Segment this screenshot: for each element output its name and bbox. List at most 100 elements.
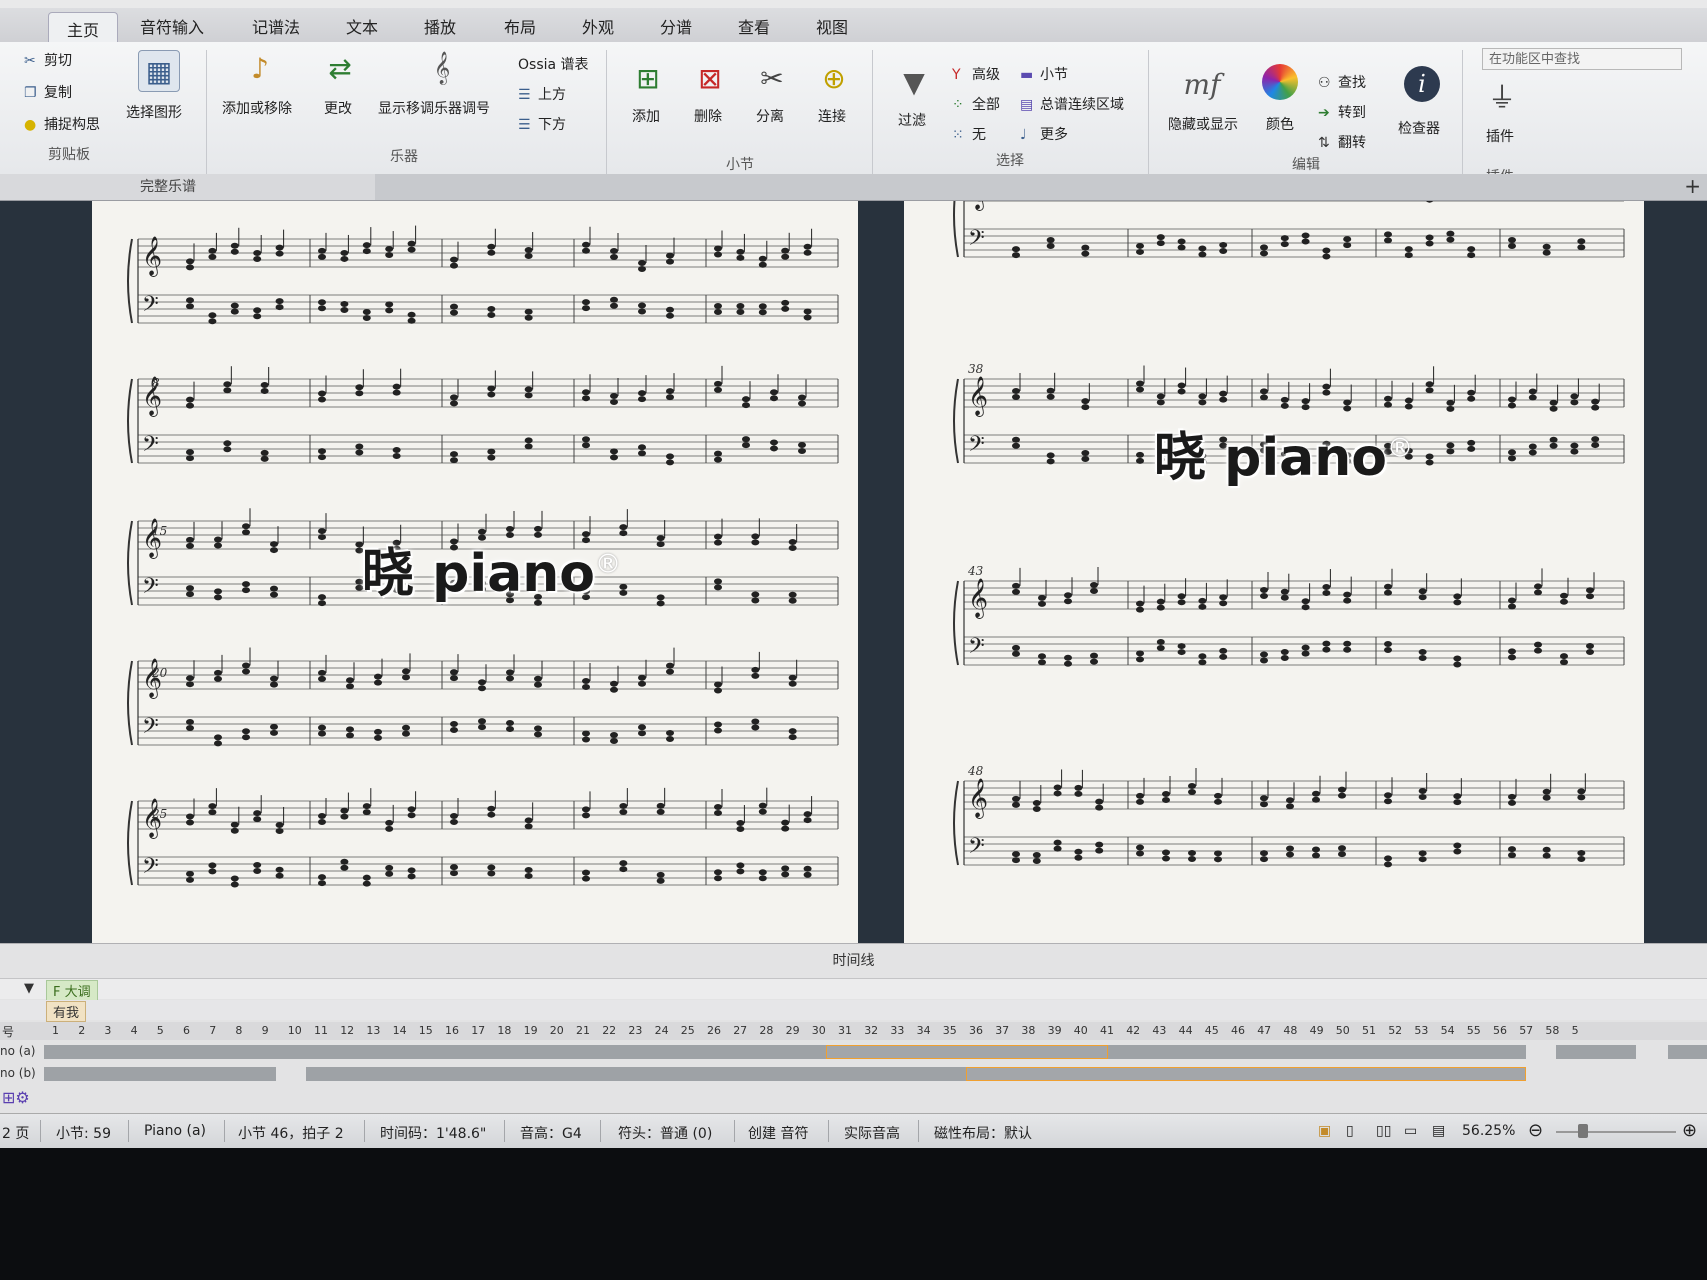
timeline-bar-number[interactable]: 44 [1179,1024,1193,1037]
zoom-slider[interactable] [1556,1131,1676,1133]
timeline-bar-number[interactable]: 21 [576,1024,590,1037]
select-more-button[interactable]: ♩ 更多 [1020,124,1068,144]
goto-button[interactable]: ➔ 转到 [1318,102,1366,122]
collapse-icon[interactable]: ▼ [24,981,34,996]
inspector-button[interactable]: 检查器 [1398,118,1440,138]
track-b-bar[interactable] [826,1067,966,1081]
color-button[interactable]: 颜色 [1266,114,1294,134]
timeline-bar-number[interactable]: 48 [1283,1024,1297,1037]
timeline-bar-number[interactable]: 34 [917,1024,931,1037]
add-bar-button[interactable]: 添加 [632,106,660,126]
timeline-bar-number[interactable]: 5 [1572,1024,1579,1037]
timeline-settings-icon[interactable]: ⊞⚙ [2,1088,30,1107]
cut-button[interactable]: ✂ 剪切 [24,50,72,70]
timeline-bar-number[interactable]: 12 [340,1024,354,1037]
timeline-bar-number[interactable]: 14 [393,1024,407,1037]
track-b-bar[interactable] [306,1067,826,1081]
timeline-bar-number[interactable]: 47 [1257,1024,1271,1037]
timeline-bar-number[interactable]: 57 [1519,1024,1533,1037]
timeline-bar-number[interactable]: 22 [602,1024,616,1037]
timeline-bar-number[interactable]: 27 [733,1024,747,1037]
add-tab-icon[interactable]: + [1684,174,1701,198]
zoom-out-icon[interactable]: ⊖ [1528,1120,1543,1141]
single-page-icon[interactable]: ▯ [1346,1123,1354,1139]
change-instrument-button[interactable]: 更改 [324,98,352,118]
track-a-bar[interactable] [1668,1045,1707,1059]
timeline-bar-number[interactable]: 25 [681,1024,695,1037]
score-area[interactable]: 𝄞𝄢𝄞𝄢𝄞𝄢𝄞𝄢𝄞𝄢 8 15 20 25 晓 piano® 𝄞𝄢𝄞𝄢𝄞𝄢𝄞𝄢 … [0,160,1707,943]
track-a-bar[interactable] [1556,1045,1636,1059]
find-button[interactable]: ⚇ 查找 [1318,72,1366,92]
timeline-bar-number[interactable]: 6 [183,1024,190,1037]
timeline-bar-number[interactable]: 17 [471,1024,485,1037]
tab-view[interactable]: 视图 [816,14,848,38]
delete-bar-button[interactable]: 删除 [694,106,722,126]
timeline-bar-number[interactable]: 8 [235,1024,242,1037]
timeline-bar-number[interactable]: 15 [419,1024,433,1037]
tab-notations[interactable]: 记谱法 [252,14,300,38]
join-bar-button[interactable]: 连接 [818,106,846,126]
timeline-bar-number[interactable]: 7 [209,1024,216,1037]
timeline-bar-number[interactable]: 29 [786,1024,800,1037]
timeline-bar-number[interactable]: 28 [759,1024,773,1037]
tab-home[interactable]: 主页 [48,12,119,45]
ossia-above-button[interactable]: ☰ 上方 [518,84,566,104]
timeline-bar-number[interactable]: 39 [1048,1024,1062,1037]
timeline-bar-number[interactable]: 20 [550,1024,564,1037]
timeline-bar-number[interactable]: 26 [707,1024,721,1037]
tab-review[interactable]: 查看 [738,14,770,38]
system-passage-button[interactable]: ▤ 总谱连续区域 [1020,94,1124,114]
track-a-bar[interactable] [44,1045,826,1059]
timeline-bar-number[interactable]: 11 [314,1024,328,1037]
timeline-bar-number[interactable]: 2 [78,1024,85,1037]
tab-layout[interactable]: 布局 [504,14,536,38]
timeline-bar-number[interactable]: 24 [655,1024,669,1037]
timeline-bar-number[interactable]: 16 [445,1024,459,1037]
timeline-bar-number[interactable]: 10 [288,1024,302,1037]
timeline-bar-number[interactable]: 31 [838,1024,852,1037]
spreads-icon[interactable]: ▯▯ [1376,1123,1391,1139]
timeline-bar-number[interactable]: 37 [995,1024,1009,1037]
timeline-bar-number[interactable]: 3 [104,1024,111,1037]
page-view-icon[interactable]: ▣ [1318,1123,1331,1139]
timeline-bar-number[interactable]: 45 [1205,1024,1219,1037]
timeline-track-b[interactable]: no (b) [0,1064,1707,1084]
timeline-bar-number[interactable]: 33 [890,1024,904,1037]
flip-button[interactable]: ⇅ 翻转 [1318,132,1366,152]
timeline-bar-number[interactable]: 23 [628,1024,642,1037]
split-bar-button[interactable]: 分离 [756,106,784,126]
panorama-icon[interactable]: ▭ [1404,1123,1417,1139]
timeline-bar-number[interactable]: 46 [1231,1024,1245,1037]
timeline-bar-number[interactable]: 41 [1100,1024,1114,1037]
timeline-bar-number[interactable]: 53 [1414,1024,1428,1037]
score-page-right[interactable]: 𝄞 𝄢 𝄞 𝄢 𝄞 𝄢 𝄞 𝄢 38 43 48 晓 piano® [904,160,1644,943]
select-graphic-button[interactable]: 选择图形 [126,102,182,122]
plugin-button[interactable]: 插件 [1486,126,1514,146]
track-b-selection[interactable] [966,1067,1526,1081]
timeline-bar-number[interactable]: 56 [1493,1024,1507,1037]
tab-text[interactable]: 文本 [346,14,378,38]
timeline-bar-number[interactable]: 36 [969,1024,983,1037]
timeline-bar-number[interactable]: 38 [1021,1024,1035,1037]
timeline-bar-number[interactable]: 43 [1152,1024,1166,1037]
ribbon-search-input[interactable]: 在功能区中查找 [1482,48,1682,70]
zoom-slider-thumb[interactable] [1578,1124,1588,1138]
timeline-bar-number[interactable]: 9 [262,1024,269,1037]
timeline-bar-number[interactable]: 54 [1441,1024,1455,1037]
tab-parts[interactable]: 分谱 [660,14,692,38]
copy-button[interactable]: ❐ 复制 [24,82,72,102]
tab-play[interactable]: 播放 [424,14,456,38]
timeline-bar-number[interactable]: 51 [1362,1024,1376,1037]
timeline-bar-number[interactable]: 1 [52,1024,59,1037]
zoom-in-icon[interactable]: ⊕ [1682,1120,1697,1141]
select-bar-button[interactable]: ▬ 小节 [1020,64,1068,84]
capture-idea-button[interactable]: ● 捕捉构思 [24,114,100,134]
show-transposing-button[interactable]: 显示移调乐器调号 [378,98,490,118]
timeline-bar-number[interactable]: 13 [366,1024,380,1037]
fullscreen-icon[interactable]: ▤ [1432,1123,1445,1139]
timeline-bar-number[interactable]: 49 [1310,1024,1324,1037]
ossia-below-button[interactable]: ☰ 下方 [518,114,566,134]
select-none-button[interactable]: ⁙ 无 [952,124,986,144]
timeline-bar-number[interactable]: 18 [497,1024,511,1037]
timeline-bar-number[interactable]: 4 [131,1024,138,1037]
